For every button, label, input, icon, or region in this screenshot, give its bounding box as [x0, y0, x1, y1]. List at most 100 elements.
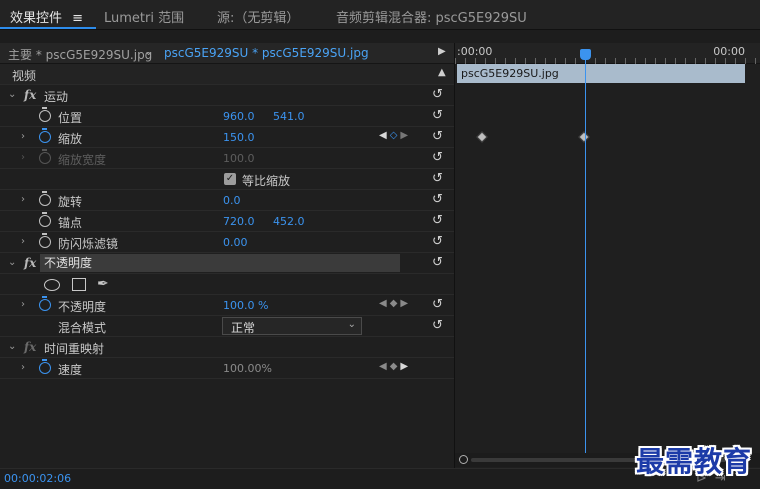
fx-icon[interactable]: fx: [24, 88, 36, 102]
time-remap-label: 时间重映射: [44, 342, 105, 356]
stopwatch-icon[interactable]: [39, 233, 51, 248]
ellipse-mask-icon[interactable]: [44, 279, 60, 291]
stopwatch-active-icon[interactable]: [39, 359, 51, 374]
opacity-effect-row[interactable]: ⌄ fx 不透明度 ↺: [0, 253, 454, 274]
prev-keyframe-icon[interactable]: ◀: [379, 130, 390, 141]
anti-flicker-label: 防闪烁滤镜: [58, 237, 119, 251]
add-keyframe-icon[interactable]: ◆: [390, 298, 401, 309]
scale-value[interactable]: 150.0: [223, 131, 255, 144]
clip-bar[interactable]: pscG5E929SU.jpg: [457, 64, 745, 83]
next-keyframe-icon[interactable]: ▶: [400, 130, 411, 141]
motion-effect-row[interactable]: ⌄ fx 运动 ↺: [0, 85, 454, 106]
speed-label: 速度: [58, 363, 83, 377]
anti-flicker-value[interactable]: 0.00: [223, 236, 248, 249]
position-label: 位置: [58, 111, 83, 125]
twirl-right-icon[interactable]: ›: [21, 236, 25, 247]
stopwatch-icon[interactable]: [39, 212, 51, 227]
twirl-right-icon[interactable]: ›: [21, 362, 25, 373]
reset-icon[interactable]: ↺: [432, 108, 443, 123]
anchor-x-value[interactable]: 720.0: [223, 215, 255, 228]
twirl-right-icon[interactable]: ›: [21, 299, 25, 310]
mask-tools-row: ✒: [0, 274, 454, 295]
current-timecode[interactable]: 00:00:02:06: [4, 472, 71, 485]
reset-icon[interactable]: ↺: [432, 318, 443, 333]
keyframe-navigator: ◀◆▶: [379, 361, 411, 372]
tab-effect-controls-label: 效果控件: [10, 11, 63, 26]
add-keyframe-icon[interactable]: ◇: [390, 130, 401, 141]
anchor-y-value[interactable]: 452.0: [273, 215, 305, 228]
tab-source[interactable]: 源:（无剪辑）: [217, 7, 299, 26]
chevron-down-icon[interactable]: ⌄: [144, 45, 153, 58]
motion-label: 运动: [44, 90, 69, 104]
ruler-start-time: :00:00: [457, 45, 493, 58]
opacity-value-row: › 不透明度 100.0 % ◀◆▶ ↺: [0, 295, 454, 316]
scale-keyframe-1[interactable]: [476, 131, 488, 143]
blend-mode-dropdown[interactable]: 正常 ⌄: [222, 317, 362, 335]
panel-menu-icon[interactable]: ≡: [72, 11, 83, 26]
tab-effect-controls[interactable]: 效果控件 ≡: [10, 7, 83, 26]
reset-icon[interactable]: ↺: [432, 87, 443, 102]
reset-icon[interactable]: ↺: [432, 171, 443, 186]
effect-timeline[interactable]: :00:00 00:00 pscG5E929SU.jpg: [454, 43, 760, 468]
reset-icon[interactable]: ↺: [432, 255, 443, 270]
blend-mode-row: 混合模式 正常 ⌄ ↺: [0, 316, 454, 337]
rectangle-mask-icon[interactable]: [72, 278, 86, 291]
position-x-value[interactable]: 960.0: [223, 110, 255, 123]
blend-mode-value: 正常: [231, 321, 256, 335]
prev-keyframe-icon[interactable]: ◀: [379, 298, 390, 309]
stopwatch-active-icon[interactable]: [39, 296, 51, 311]
time-remap-effect-row[interactable]: ⌄ fx 时间重映射: [0, 337, 454, 358]
fx-icon: fx: [24, 340, 37, 354]
next-keyframe-icon[interactable]: ▶: [400, 361, 411, 372]
playhead-line: [585, 49, 586, 453]
speed-row: › 速度 100.00% ◀◆▶: [0, 358, 454, 379]
rotation-value[interactable]: 0.0: [223, 194, 241, 207]
twirl-right-icon: ›: [21, 152, 25, 163]
panel-tab-bar: 效果控件 ≡ Lumetri 范围 源:（无剪辑） 音频剪辑混合器: pscG5…: [0, 0, 760, 30]
scale-keyframe-2[interactable]: [578, 131, 590, 143]
twirl-right-icon[interactable]: ›: [21, 194, 25, 205]
time-ruler[interactable]: :00:00 00:00: [455, 43, 760, 64]
reset-icon[interactable]: ↺: [432, 150, 443, 165]
stopwatch-icon[interactable]: [39, 107, 51, 122]
stopwatch-icon: [39, 149, 51, 164]
twirl-right-icon[interactable]: ›: [21, 131, 25, 142]
reset-icon[interactable]: ↺: [432, 297, 443, 312]
stopwatch-active-icon[interactable]: [39, 128, 51, 143]
prev-keyframe-icon[interactable]: ◀: [379, 361, 390, 372]
uniform-scale-row: ✓ 等比缩放 ↺: [0, 169, 454, 190]
fx-icon[interactable]: fx: [24, 256, 36, 270]
collapse-up-icon[interactable]: ▲: [438, 67, 446, 78]
reset-icon[interactable]: ↺: [432, 213, 443, 228]
twirl-down-icon[interactable]: ⌄: [8, 341, 16, 352]
zoom-handle[interactable]: [459, 455, 468, 464]
master-clip-label[interactable]: 主要 * pscG5E929SU.jpg: [8, 46, 152, 63]
position-y-value[interactable]: 541.0: [273, 110, 305, 123]
reset-icon[interactable]: ↺: [432, 234, 443, 249]
opacity-value[interactable]: 100.0 %: [223, 299, 268, 312]
clip-header-row: 主要 * pscG5E929SU.jpg ⌄ pscG5E929SU * psc…: [0, 43, 454, 64]
tab-audio-clip-mixer[interactable]: 音频剪辑混合器: pscG5E929SU: [336, 7, 527, 26]
pen-mask-icon[interactable]: ✒: [97, 276, 109, 292]
tab-lumetri-scopes[interactable]: Lumetri 范围: [104, 7, 184, 26]
keyframe-navigator: ◀◇▶: [379, 130, 411, 141]
twirl-down-icon[interactable]: ⌄: [8, 257, 16, 268]
play-icon[interactable]: ▶: [438, 46, 446, 57]
next-keyframe-icon[interactable]: ▶: [400, 298, 411, 309]
uniform-scale-checkbox[interactable]: ✓: [224, 173, 236, 185]
video-section-header: 视频 ▲: [0, 64, 454, 85]
blend-mode-label: 混合模式: [58, 321, 107, 335]
speed-value[interactable]: 100.00%: [223, 362, 272, 375]
playhead-handle[interactable]: [580, 49, 591, 60]
sequence-clip-label[interactable]: pscG5E929SU * pscG5E929SU.jpg: [164, 46, 369, 60]
reset-icon[interactable]: ↺: [432, 129, 443, 144]
twirl-down-icon[interactable]: ⌄: [8, 89, 16, 100]
clip-bar-label: pscG5E929SU.jpg: [461, 67, 559, 80]
reset-icon[interactable]: ↺: [432, 192, 443, 207]
stopwatch-icon[interactable]: [39, 191, 51, 206]
opacity-effect-name[interactable]: 不透明度: [40, 254, 400, 272]
scale-width-value: 100.0: [223, 152, 255, 165]
active-tab-indicator: [0, 27, 96, 29]
position-row: 位置 960.0 541.0 ↺: [0, 106, 454, 127]
add-keyframe-icon[interactable]: ◆: [390, 361, 401, 372]
